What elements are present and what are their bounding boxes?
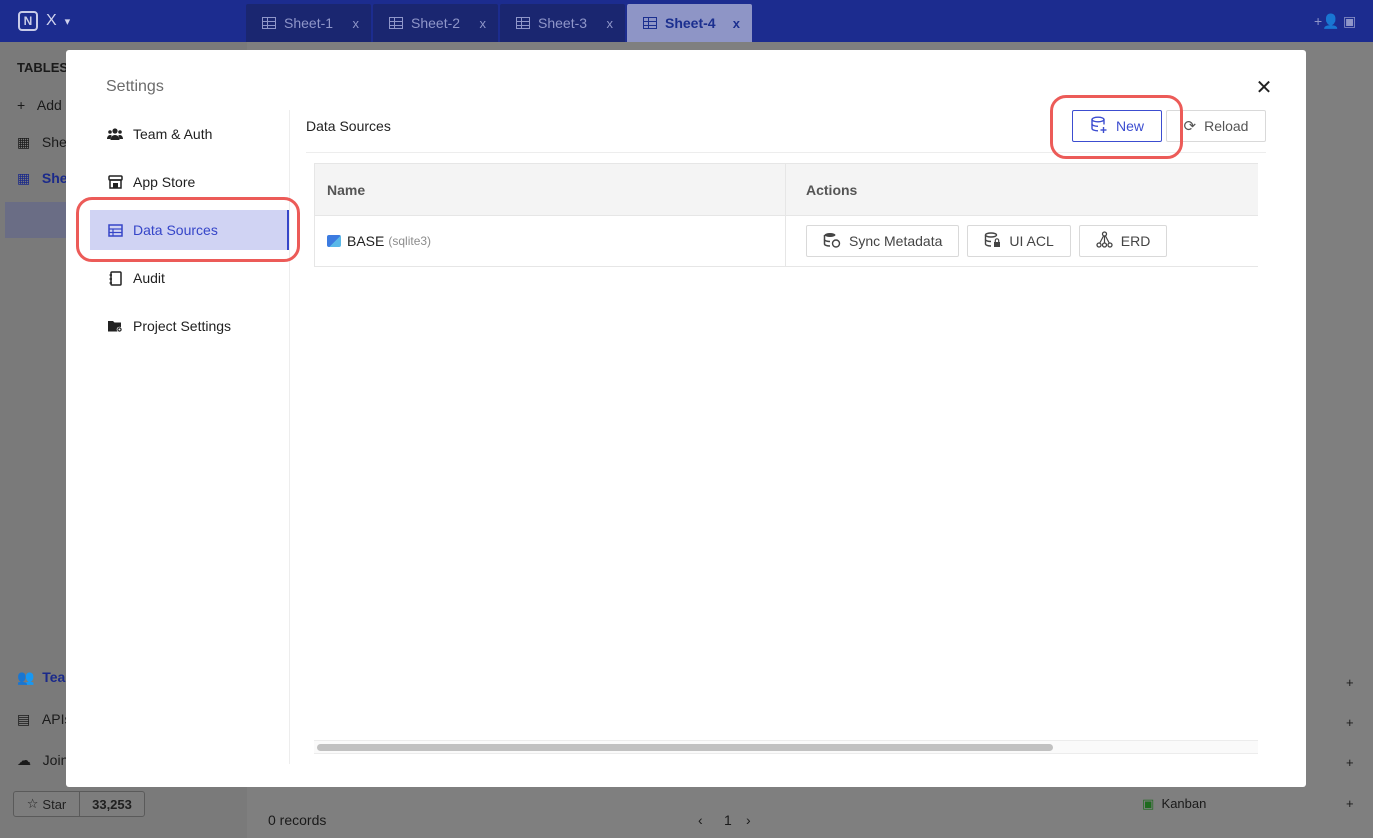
tab-sheet-3[interactable]: Sheet-3 x [500,4,625,42]
records-count: 0 records [268,812,327,828]
nav-item-label: Project Settings [133,318,232,334]
chevron-down-icon: ▾ [64,15,71,28]
star-label: Star [42,796,67,812]
kanban-icon: ▣ [1142,796,1155,811]
nav-item-label: App Store [133,174,196,190]
nav-item-project-settings[interactable]: Project Settings [90,306,290,346]
sync-metadata-label: Sync Metadata [849,233,943,249]
sidebar-item-sheet[interactable]: ▦ She [17,134,67,151]
settings-modal: Settings ✕ Team & Auth App Store Data So… [66,50,1306,787]
sidebar-item-team[interactable]: 👥 Tea [17,669,65,686]
horizontal-scrollbar[interactable] [314,740,1258,754]
sidebar-item-label: She [41,170,68,186]
nav-item-app-store[interactable]: App Store [90,162,290,202]
project-switcher[interactable]: N X ▾ [18,11,70,31]
audit-icon [107,270,123,286]
grid-icon [262,17,276,29]
tab-label: Sheet-3 [538,15,588,31]
sidebar-item-join[interactable]: ☁ Join [17,752,68,769]
grid-icon [643,17,657,29]
close-tab-icon[interactable]: x [733,16,740,31]
page-number: 1 [724,812,732,828]
scrollbar-thumb[interactable] [317,744,1053,751]
add-view-icon[interactable]: + [1346,715,1366,755]
data-source-name: BASE [347,233,385,249]
add-table-button[interactable]: + Add [17,97,62,113]
database-lock-icon [984,231,1001,251]
prev-page-icon[interactable]: ‹ [698,812,703,828]
star-count: 33,253 [92,796,132,812]
table-header: Name Actions [314,164,1258,216]
close-tab-icon[interactable]: x [353,16,360,31]
star-label-box: ☆ Star [14,792,80,816]
table-row: BASE (sqlite3) Sync Metadata UI ACL ERD [314,216,1258,267]
tab-sheet-1[interactable]: Sheet-1 x [246,4,371,42]
erd-label: ERD [1120,233,1151,249]
tab-label: Sheet-4 [665,15,716,31]
top-bar: N X ▾ Sheet-1 x Sheet-2 x Sheet-3 x Sheet-4… [0,0,1373,42]
erd-diagram-icon [1096,231,1113,251]
highlight-new-button [1050,95,1183,159]
add-view-icon[interactable]: + [1346,796,1366,836]
data-source-type: (sqlite3) [388,234,432,248]
data-sources-table: Name Actions BASE (sqlite3) Sync Metadat… [314,163,1258,267]
nav-item-label: Audit [133,270,165,286]
project-settings-icon [107,318,123,334]
highlight-data-sources-nav [76,197,300,262]
column-header-name: Name [314,164,786,215]
grid-icon [389,17,403,29]
app-logo-icon: N [18,11,38,31]
add-view-icon[interactable]: + [1346,755,1366,795]
panel-title: Data Sources [306,118,391,134]
close-tab-icon[interactable]: x [480,16,487,31]
nav-item-audit[interactable]: Audit [90,258,290,298]
sidebar-item-sheet-active[interactable]: ▦ She [17,170,68,187]
reload-icon: ⟳ [1183,118,1197,135]
kanban-label: Kanban [1161,796,1207,811]
next-page-icon[interactable]: › [746,812,751,828]
store-icon [107,174,123,190]
sync-metadata-button[interactable]: Sync Metadata [806,225,960,257]
database-sync-icon [823,232,841,251]
ui-acl-label: UI ACL [1009,233,1054,249]
sqlite-icon [327,235,341,247]
ui-acl-button[interactable]: UI ACL [967,225,1071,257]
add-user-icon[interactable]: +👤 [1314,13,1340,30]
project-name: X [46,12,57,29]
erd-button[interactable]: ERD [1078,225,1168,257]
tab-label: Sheet-1 [284,15,334,31]
add-table-label: Add [36,97,62,113]
sidebar-item-label: She [41,134,67,150]
sidebar-heading: TABLES [17,60,69,75]
team-icon [107,126,123,142]
grid-icon [516,17,530,29]
tab-label: Sheet-2 [411,15,461,31]
modal-title: Settings [106,78,164,95]
tab-sheet-2[interactable]: Sheet-2 x [373,4,498,42]
column-header-actions: Actions [806,181,858,198]
star-icon: ☆ [26,796,39,811]
tab-sheet-4[interactable]: Sheet-4 x [627,4,752,42]
data-source-name-cell: BASE (sqlite3) [314,216,786,266]
sidebar-item-apis[interactable]: ▤ APIs [17,711,71,728]
close-icon[interactable]: ✕ [1254,78,1274,98]
nav-item-label: Team & Auth [133,126,213,142]
actions-cell: Sync Metadata UI ACL ERD [786,216,1258,266]
toggle-panel-icon[interactable]: ▣ [1343,13,1356,30]
sidebar-item-label: Join [42,752,69,768]
github-star-button[interactable]: ☆ Star 33,253 [13,791,145,817]
nav-item-team-auth[interactable]: Team & Auth [90,114,290,154]
tab-bar: Sheet-1 x Sheet-2 x Sheet-3 x Sheet-4 x [246,4,752,42]
close-tab-icon[interactable]: x [607,16,614,31]
create-kanban-view[interactable]: ▣ Kanban [1142,796,1262,836]
add-view-icon[interactable]: + [1346,675,1366,715]
reload-button-label: Reload [1204,118,1249,134]
sidebar-item-label: Tea [42,669,66,685]
